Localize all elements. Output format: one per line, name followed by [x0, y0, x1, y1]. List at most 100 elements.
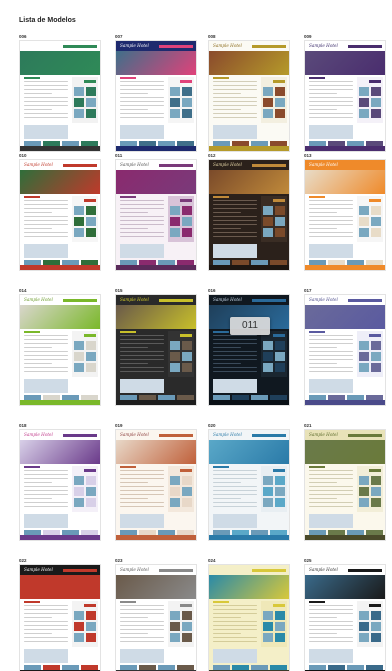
thumbnail-photo — [275, 217, 285, 226]
thumbnail-logo: Sample Hotel — [309, 567, 338, 572]
template-thumbnail[interactable]: Sample Hotel — [115, 159, 197, 271]
thumbnail-text-line — [309, 232, 353, 234]
thumbnail-heading — [24, 601, 40, 603]
template-thumbnail[interactable] — [208, 564, 290, 671]
thumbnail-text-line — [24, 339, 68, 341]
template-card[interactable]: 011 Sample Hotel — [115, 152, 197, 271]
template-thumbnail[interactable] — [19, 40, 101, 152]
thumbnail-text-line — [120, 355, 164, 357]
thumbnail-nav — [159, 434, 193, 437]
thumbnail-photo — [263, 217, 273, 226]
thumbnail-map — [120, 649, 164, 663]
thumbnail-logo: Sample Hotel — [24, 432, 53, 437]
thumbnail-text-line — [120, 470, 164, 472]
template-thumbnail[interactable]: Sample Hotel — [19, 294, 101, 406]
thumbnail-map — [120, 125, 164, 139]
thumbnail-sidebar-button — [273, 334, 285, 337]
template-card[interactable]: 021 Sample Hotel — [304, 422, 386, 541]
template-thumbnail[interactable]: Sample Hotel — [115, 564, 197, 671]
template-card[interactable]: 007 Sample Hotel — [115, 33, 197, 152]
template-thumbnail[interactable]: Sample Hotel 011 — [208, 294, 290, 406]
template-card[interactable]: 018 Sample Hotel — [19, 422, 101, 541]
thumbnail-text-line — [120, 641, 164, 643]
thumbnail-photo — [170, 341, 180, 350]
thumbnail-map — [24, 514, 68, 528]
thumbnail-text-line — [213, 486, 257, 488]
template-thumbnail[interactable]: Sample Hotel — [19, 159, 101, 271]
template-thumbnail[interactable]: Sample Hotel — [115, 429, 197, 541]
template-thumbnail[interactable]: Sample Hotel — [208, 429, 290, 541]
thumbnail-text-line — [309, 486, 353, 488]
template-card[interactable]: 025 Sample Hotel — [304, 557, 386, 671]
thumbnail-text-line — [120, 339, 164, 341]
template-thumbnail[interactable]: Sample Hotel — [208, 40, 290, 152]
thumbnail-photo — [170, 206, 180, 215]
thumbnail-header: Sample Hotel — [305, 160, 385, 170]
thumbnail-photo — [275, 109, 285, 118]
thumbnail-text-line — [213, 97, 257, 99]
thumbnail-text-line — [24, 494, 68, 496]
thumbnail-sidebar-button — [180, 80, 192, 83]
template-card[interactable]: 022 Sample Hotel — [19, 557, 101, 671]
template-thumbnail[interactable]: Sample Hotel — [19, 564, 101, 671]
template-thumbnail[interactable]: Sample Hotel — [304, 40, 386, 152]
thumbnail-hero-image — [116, 170, 196, 194]
thumbnail-text-line — [120, 621, 164, 623]
thumbnail-photo — [359, 611, 369, 620]
thumbnail-photo — [263, 109, 273, 118]
thumbnail-heading — [120, 196, 136, 198]
template-card[interactable]: 015 Sample Hotel — [115, 287, 197, 406]
thumbnail-text-line — [309, 617, 337, 619]
thumbnail-text-line — [24, 355, 68, 357]
thumbnail-map — [120, 514, 164, 528]
template-card[interactable]: 016 Sample Hotel 011 — [208, 287, 290, 406]
thumbnail-text-line — [120, 228, 148, 230]
thumbnail-text-line — [120, 359, 164, 361]
template-thumbnail[interactable]: Sample Hotel — [208, 159, 290, 271]
template-card[interactable]: 009 Sample Hotel — [304, 33, 386, 152]
thumbnail-header: Sample Hotel — [209, 430, 289, 440]
template-card[interactable]: 008 Sample Hotel — [208, 33, 290, 152]
thumbnail-text-line — [120, 494, 164, 496]
thumbnail-nav — [63, 434, 97, 437]
thumbnail-text-line — [213, 633, 241, 635]
template-number: 009 — [304, 34, 312, 39]
template-thumbnail[interactable]: Sample Hotel — [304, 564, 386, 671]
template-card[interactable]: 014 Sample Hotel — [19, 287, 101, 406]
thumbnail-text-line — [120, 232, 164, 234]
template-card[interactable]: 020 Sample Hotel — [208, 422, 290, 541]
template-thumbnail[interactable]: Sample Hotel — [304, 159, 386, 271]
template-thumbnail[interactable]: Sample Hotel — [304, 294, 386, 406]
template-thumbnail[interactable]: Sample Hotel — [115, 294, 197, 406]
template-card[interactable]: 019 Sample Hotel — [115, 422, 197, 541]
thumbnail-heading — [24, 331, 40, 333]
thumbnail-text-line — [309, 470, 353, 472]
thumbnail-logo: Sample Hotel — [120, 567, 149, 572]
thumbnail-photo — [359, 206, 369, 215]
thumbnail-text-line — [120, 343, 164, 345]
template-card[interactable]: 023 Sample Hotel — [115, 557, 197, 671]
thumbnail-map — [309, 514, 353, 528]
thumbnail-text-line — [120, 498, 148, 500]
template-thumbnail[interactable]: Sample Hotel — [115, 40, 197, 152]
thumbnail-nav — [159, 164, 193, 167]
template-card[interactable]: 017 Sample Hotel — [304, 287, 386, 406]
template-number: 018 — [19, 423, 27, 428]
thumbnail-hero-image — [20, 51, 100, 75]
thumbnail-hero-image — [305, 575, 385, 599]
thumbnail-sidebar-button — [180, 199, 192, 202]
thumbnail-photo — [359, 98, 369, 107]
thumbnail-photo — [170, 498, 180, 507]
template-thumbnail[interactable]: Sample Hotel — [304, 429, 386, 541]
thumbnail-text-line — [24, 93, 52, 95]
template-card[interactable]: 013 Sample Hotel — [304, 152, 386, 271]
template-card[interactable]: 010 Sample Hotel — [19, 152, 101, 271]
thumbnail-text-line — [120, 117, 164, 119]
thumbnail-photo — [170, 228, 180, 237]
template-number: 012 — [208, 153, 216, 158]
template-thumbnail[interactable]: Sample Hotel — [19, 429, 101, 541]
template-card[interactable]: 012 Sample Hotel — [208, 152, 290, 271]
thumbnail-sidebar-button — [180, 469, 192, 472]
template-card[interactable]: 006 — [19, 33, 101, 152]
template-card[interactable]: 024 — [208, 557, 290, 671]
